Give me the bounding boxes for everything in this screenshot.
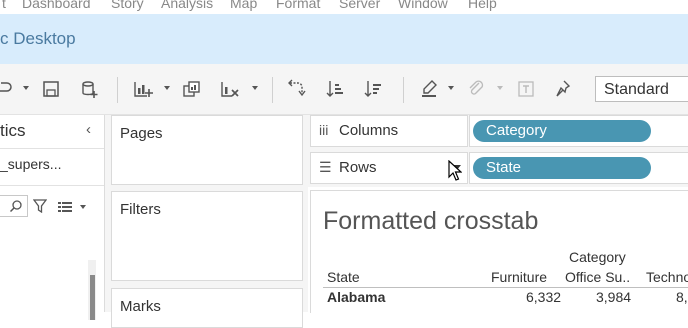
group-members-dropdown-caret[interactable] [497, 86, 503, 90]
clear-sheet-dropdown-caret[interactable] [252, 86, 258, 90]
menu-item-help[interactable]: Help [468, 0, 497, 11]
column-header-title: Category [569, 249, 626, 265]
search-icon [9, 200, 22, 213]
divider [0, 185, 104, 186]
scrollbar-thumb[interactable] [90, 275, 95, 320]
column-header-office-supplies[interactable]: Office Su.. [565, 269, 630, 285]
swap-rows-columns-icon[interactable] [286, 79, 306, 99]
pages-card[interactable]: Pages [111, 115, 303, 185]
rows-shelf-label-area: ☰ Rows [310, 152, 468, 184]
divider [0, 148, 104, 149]
window-title: c Desktop [0, 29, 76, 48]
highlight-icon[interactable] [420, 79, 440, 99]
highlight-dropdown-caret[interactable] [448, 86, 454, 90]
table-cell[interactable]: 3,984 [596, 289, 631, 305]
collapse-pane-icon[interactable]: ‹ [86, 121, 91, 138]
sort-ascending-icon[interactable] [325, 79, 345, 99]
menu-item-dashboard[interactable]: Dashboard [22, 0, 91, 11]
menu-item-map[interactable]: Map [230, 0, 257, 11]
menu-item-partial[interactable]: t [2, 0, 6, 11]
cards-area: Pages Filters Marks [105, 115, 308, 328]
filters-card-label: Filters [120, 201, 161, 218]
rows-shelf[interactable]: State [469, 152, 688, 184]
save-icon[interactable] [41, 79, 61, 99]
table-cell[interactable]: 8, [676, 289, 688, 305]
filters-card[interactable]: Filters [111, 191, 303, 281]
view-options-icon[interactable] [58, 200, 72, 218]
columns-icon: iii [319, 122, 329, 138]
rows-shelf-label: Rows [339, 159, 377, 176]
clear-sheet-icon[interactable] [220, 79, 240, 99]
undo-dropdown-caret[interactable] [23, 86, 29, 90]
marks-card[interactable]: Marks [111, 288, 303, 328]
show-labels-icon[interactable] [516, 79, 536, 99]
rows-icon: ☰ [319, 159, 332, 175]
new-data-source-icon[interactable] [79, 79, 99, 99]
column-header-furniture[interactable]: Furniture [491, 269, 547, 285]
new-worksheet-dropdown-caret[interactable] [164, 86, 170, 90]
data-source-name[interactable]: _supers... [0, 156, 61, 172]
sort-descending-icon[interactable] [363, 79, 383, 99]
category-pill[interactable]: Category [473, 120, 651, 142]
header-divider [323, 287, 688, 288]
menu-item-analysis[interactable]: Analysis [161, 0, 213, 11]
data-pane-scrollbar[interactable] [88, 260, 96, 320]
new-worksheet-icon[interactable] [133, 79, 153, 99]
row-label-state[interactable]: Alabama [327, 289, 385, 305]
fix-axes-icon[interactable] [554, 79, 574, 99]
group-members-icon[interactable] [466, 79, 486, 99]
column-header-technology[interactable]: Techno [646, 269, 688, 285]
fit-select[interactable]: Standard [595, 76, 688, 102]
columns-shelf-label: Columns [339, 122, 399, 139]
columns-shelf[interactable]: Category [469, 115, 688, 147]
toolbar: Standard [0, 64, 688, 115]
menu-item-story[interactable]: Story [111, 0, 144, 11]
table-cell[interactable]: 6,332 [526, 289, 561, 305]
data-pane-title: tics [0, 121, 26, 140]
data-pane: tics ‹ _supers... [0, 115, 105, 320]
toolbar-separator [117, 77, 118, 103]
toolbar-separator [403, 77, 404, 103]
sheet-view: Formatted crosstab Category State Furnit… [310, 190, 688, 313]
state-pill-label: State [486, 159, 522, 176]
filter-icon[interactable] [32, 199, 48, 218]
columns-shelf-label-area: iii Columns [310, 115, 468, 147]
field-search-input[interactable] [0, 195, 28, 217]
sheet-title[interactable]: Formatted crosstab [323, 207, 538, 236]
marks-card-label: Marks [120, 298, 161, 315]
menu-item-format[interactable]: Format [276, 0, 320, 11]
title-bar: c Desktop [0, 14, 688, 64]
menu-item-window[interactable]: Window [398, 0, 448, 11]
pages-card-label: Pages [120, 125, 163, 142]
menu-item-server[interactable]: Server [339, 0, 380, 11]
menu-bar: t Dashboard Story Analysis Map Format Se… [0, 0, 688, 14]
fit-select-value: Standard [604, 81, 669, 98]
mouse-cursor-icon [448, 160, 462, 181]
duplicate-sheet-icon[interactable] [182, 79, 202, 99]
toolbar-separator [272, 77, 273, 103]
view-options-dropdown-caret[interactable] [80, 205, 86, 209]
undo-icon[interactable] [0, 79, 14, 99]
state-pill[interactable]: State [473, 157, 651, 179]
category-pill-label: Category [486, 122, 547, 139]
row-header[interactable]: State [327, 269, 360, 285]
